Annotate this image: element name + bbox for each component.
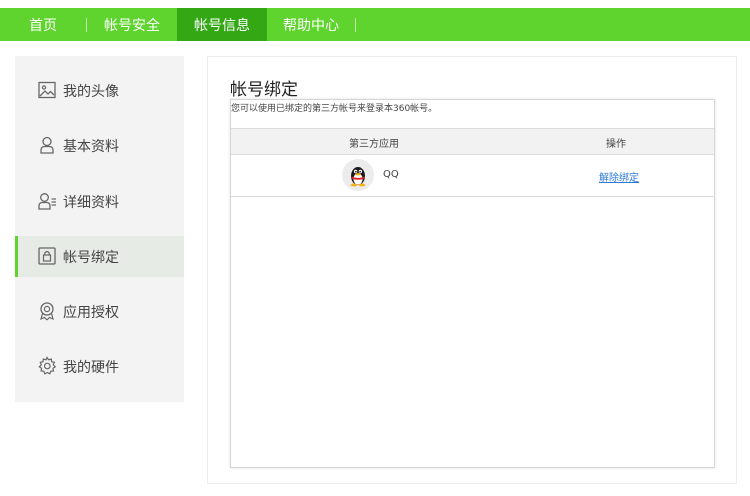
sidebar-item-app-authorization[interactable]: 应用授权 [15,291,184,332]
app-name: QQ [383,169,399,180]
tab-help-center-label: 帮助中心 [283,17,339,34]
tab-help-center[interactable]: 帮助中心 [267,8,355,41]
tab-home-label: 首页 [29,17,57,34]
sidebar-item-detail-info[interactable]: 详细资料 [15,181,184,222]
sidebar-item-label: 应用授权 [63,304,119,321]
nav-divider [355,17,356,32]
binding-description: 您可以使用已绑定的第三方帐号来登录本360帐号。 [231,104,438,114]
top-nav: 首页 帐号安全 帐号信息 帮助中心 [0,8,750,41]
table-header: 第三方应用 操作 [231,128,714,155]
user-detail-icon [37,191,57,211]
main-content: 帐号绑定 您可以使用已绑定的第三方帐号来登录本360帐号。 第三方应用 操作 Q… [207,56,737,484]
tab-account-info[interactable]: 帐号信息 [177,8,267,41]
sidebar-item-account-binding[interactable]: 帐号绑定 [15,236,184,277]
qq-penguin-icon [342,159,374,191]
user-icon [37,135,57,155]
sidebar-item-label: 帐号绑定 [63,249,119,266]
sidebar-item-label: 我的头像 [63,83,119,100]
tab-account-info-label: 帐号信息 [194,17,250,34]
sidebar-item-avatar[interactable]: 我的头像 [15,70,184,111]
binding-panel: 您可以使用已绑定的第三方帐号来登录本360帐号。 第三方应用 操作 QQ 解除绑… [230,99,715,468]
page-title: 帐号绑定 [230,80,298,100]
gear-icon [37,356,57,376]
table-row: QQ 解除绑定 [231,155,714,197]
sidebar-item-label: 基本资料 [63,138,119,155]
image-icon [37,80,57,100]
sidebar: 我的头像 基本资料 详细资料 帐号绑定 应用授权 我的硬件 [15,56,184,402]
tab-account-security[interactable]: 帐号安全 [87,8,177,41]
badge-icon [37,301,57,321]
sidebar-item-my-hardware[interactable]: 我的硬件 [15,346,184,387]
sidebar-item-basic-info[interactable]: 基本资料 [15,125,184,166]
column-header-app: 第三方应用 [349,139,399,150]
sidebar-item-label: 我的硬件 [63,359,119,376]
sidebar-item-label: 详细资料 [63,194,119,211]
tab-home[interactable]: 首页 [0,8,86,41]
unbind-link[interactable]: 解除绑定 [599,169,639,184]
tab-account-security-label: 帐号安全 [104,17,160,34]
lock-icon [37,246,57,266]
column-header-action: 操作 [606,139,626,150]
